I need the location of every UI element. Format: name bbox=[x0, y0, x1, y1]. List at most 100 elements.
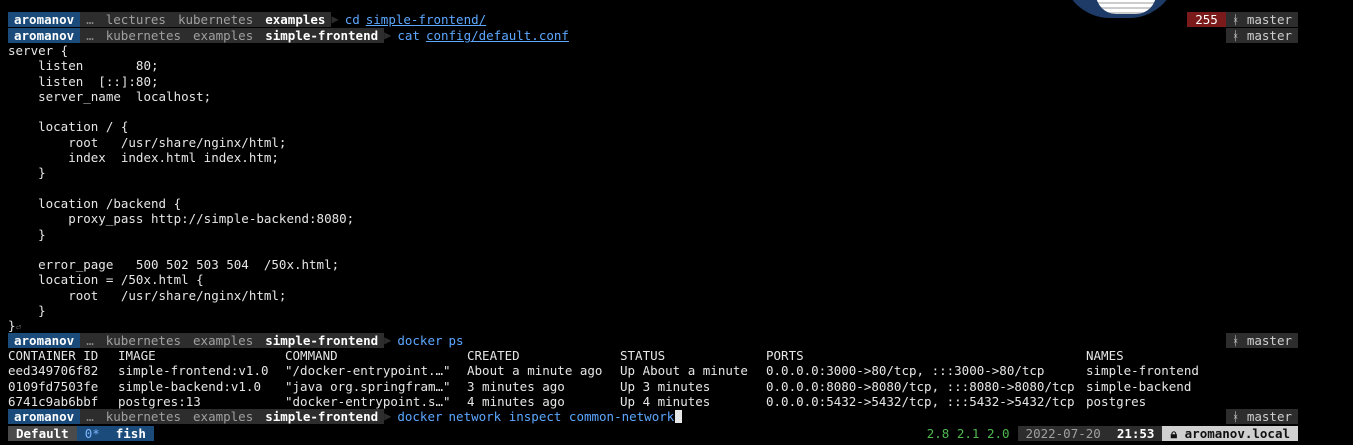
column-header: IMAGE bbox=[118, 348, 156, 363]
table-row: 0109fd7503fe simple-backend:v1.0 "java org… bbox=[8, 379, 1298, 394]
column-header: CREATED bbox=[467, 348, 520, 363]
table-cell: 0109fd7503fe bbox=[8, 378, 99, 394]
column-header: COMMAND bbox=[285, 348, 338, 363]
window-index[interactable]: 0* bbox=[76, 426, 108, 441]
table-cell: Up 3 minutes bbox=[620, 378, 711, 394]
table-row: 6741c9ab6bbf postgres:13 "docker-entrypoin… bbox=[8, 394, 1298, 409]
column-header: STATUS bbox=[620, 348, 666, 363]
config-line bbox=[8, 104, 354, 119]
prompt-arrow-icon: ▶ bbox=[331, 12, 339, 26]
config-line: location /backend { bbox=[8, 195, 182, 211]
prompt-arrow-icon: ▶ bbox=[384, 28, 392, 42]
command-name: cd bbox=[344, 12, 360, 27]
status-right: 2.8 2.1 2.0 2022-07-20 21:53 🔒︎ aromanov… bbox=[919, 426, 1298, 441]
interrupt-line: ^C⏎ bbox=[8, 0, 58, 27]
lock-icon: 🔒︎ bbox=[1170, 426, 1185, 441]
git-branch: ᚼ master bbox=[1225, 28, 1298, 43]
command-argument[interactable]: simple-frontend/ bbox=[366, 12, 486, 27]
table-cell: 6741c9ab6bbf bbox=[8, 393, 99, 409]
table-header-row: CONTAINER ID IMAGE COMMAND CREATED STATUS POR… bbox=[8, 348, 1298, 363]
table-cell: 0.0.0.0:5432->5432/tcp, :::5432->5432/tc… bbox=[766, 393, 1075, 409]
path-crumb: examples bbox=[187, 333, 260, 348]
prompt-line-cat: aromanov … kubernetes examples simple-fr… bbox=[8, 28, 1298, 43]
prompt-line-network: aromanov … kubernetes examples simple-fr… bbox=[8, 409, 1298, 424]
prompt-arrow-icon: ▶ bbox=[384, 409, 392, 423]
path-ellipsis: … bbox=[80, 28, 100, 43]
config-line: } bbox=[8, 303, 46, 319]
config-line bbox=[8, 181, 354, 196]
command-argument: ps bbox=[448, 333, 464, 348]
host-name: aromanov.local bbox=[1184, 426, 1290, 441]
prompt-right-network: ᚼ master bbox=[1225, 409, 1298, 424]
prompt-line-docker-ps: aromanov … kubernetes examples simple-fr… bbox=[8, 333, 1298, 348]
config-line: listen 80; bbox=[8, 58, 159, 74]
load-average: 2.8 2.1 2.0 bbox=[926, 426, 1010, 441]
table-cell: "java org.springfram…" bbox=[285, 378, 451, 394]
status-date: 2022-07-20 bbox=[1017, 426, 1109, 441]
command-argument[interactable]: config/default.conf bbox=[426, 28, 569, 43]
table-cell: 3 minutes ago bbox=[467, 378, 565, 394]
config-line: } bbox=[8, 226, 46, 242]
path-crumb-current: simple-frontend bbox=[259, 409, 385, 424]
prompt-right-cd: 255 ᚼ master bbox=[1187, 12, 1298, 27]
table-cell: "/docker-entrypoint.…" bbox=[285, 363, 451, 379]
config-line: }⏎ bbox=[8, 318, 21, 334]
exit-code-badge: 255 bbox=[1187, 12, 1226, 27]
docker-ps-table: CONTAINER ID IMAGE COMMAND CREATED STATUS POR… bbox=[8, 348, 1298, 409]
column-header: NAMES bbox=[1086, 348, 1124, 363]
config-line: error_page 500 502 503 504 /50x.html; bbox=[8, 257, 340, 273]
path-ellipsis: … bbox=[80, 12, 100, 27]
path-crumb: kubernetes bbox=[171, 12, 260, 27]
prompt-line-cd: aromanov … lectures kubernetes examples … bbox=[8, 12, 1298, 27]
command-name: cat bbox=[397, 28, 420, 43]
config-line: root /usr/share/nginx/html; bbox=[8, 134, 287, 150]
config-line: location = /50x.html { bbox=[8, 272, 204, 288]
path-crumb: examples bbox=[187, 409, 260, 424]
session-name[interactable]: Default bbox=[8, 426, 77, 441]
command-input[interactable]: network inspect common-network bbox=[449, 409, 675, 424]
window-name[interactable]: fish bbox=[107, 426, 154, 441]
command-name: docker bbox=[397, 333, 443, 348]
config-line: location / { bbox=[8, 119, 129, 135]
prompt-user: aromanov bbox=[8, 333, 81, 348]
git-branch: ᚼ master bbox=[1225, 409, 1298, 424]
status-time: 21:53 bbox=[1108, 426, 1163, 441]
table-cell: Up About a minute bbox=[620, 363, 748, 379]
prompt-right-docker-ps: ᚼ master bbox=[1225, 333, 1298, 348]
path-ellipsis: … bbox=[80, 409, 100, 424]
prompt-right-cat: ᚼ master bbox=[1225, 28, 1298, 43]
config-line: server_name localhost; bbox=[8, 88, 212, 104]
text-cursor bbox=[675, 410, 683, 423]
config-line: server { bbox=[8, 43, 69, 58]
git-branch: ᚼ master bbox=[1225, 333, 1298, 348]
table-cell: simple-backend:v1.0 bbox=[118, 378, 261, 394]
column-header: PORTS bbox=[766, 348, 804, 363]
table-cell: About a minute ago bbox=[467, 363, 603, 379]
prompt-user: aromanov bbox=[8, 409, 81, 424]
tmux-status-bar: Default 0* fish 2.8 2.1 2.0 2022-07-20 2… bbox=[8, 425, 1298, 442]
path-crumb-current: simple-frontend bbox=[259, 28, 385, 43]
git-branch: ᚼ master bbox=[1225, 12, 1298, 27]
path-crumb: kubernetes bbox=[99, 28, 188, 43]
table-cell: simple-backend bbox=[1086, 378, 1192, 394]
path-ellipsis: … bbox=[80, 333, 100, 348]
terminal-screen[interactable]: ^C⏎ aromanov … lectures kubernetes examp… bbox=[0, 0, 1353, 445]
config-line: root /usr/share/nginx/html; bbox=[8, 287, 287, 303]
config-line: listen [::]:80; bbox=[8, 73, 159, 89]
table-cell: 0.0.0.0:3000->80/tcp, :::3000->80/tcp bbox=[766, 363, 1045, 379]
config-line bbox=[8, 242, 354, 257]
config-line: proxy_pass http://simple-backend:8080; bbox=[8, 211, 355, 227]
path-crumb: examples bbox=[187, 28, 260, 43]
path-crumb: lectures bbox=[99, 12, 172, 27]
table-cell: postgres bbox=[1086, 393, 1147, 409]
table-cell: "docker-entrypoint.s…" bbox=[285, 393, 451, 409]
prompt-user: aromanov bbox=[8, 12, 81, 27]
table-cell: eed349706f82 bbox=[8, 363, 99, 379]
config-output: server { listen 80; listen [::]:80; serv… bbox=[8, 43, 354, 334]
command-name: docker bbox=[397, 409, 443, 424]
path-crumb-current: examples bbox=[259, 12, 332, 27]
path-crumb: kubernetes bbox=[99, 409, 188, 424]
table-cell: postgres:13 bbox=[118, 393, 201, 409]
return-mark: ⏎ bbox=[15, 323, 21, 334]
prompt-arrow-icon: ▶ bbox=[384, 333, 392, 347]
